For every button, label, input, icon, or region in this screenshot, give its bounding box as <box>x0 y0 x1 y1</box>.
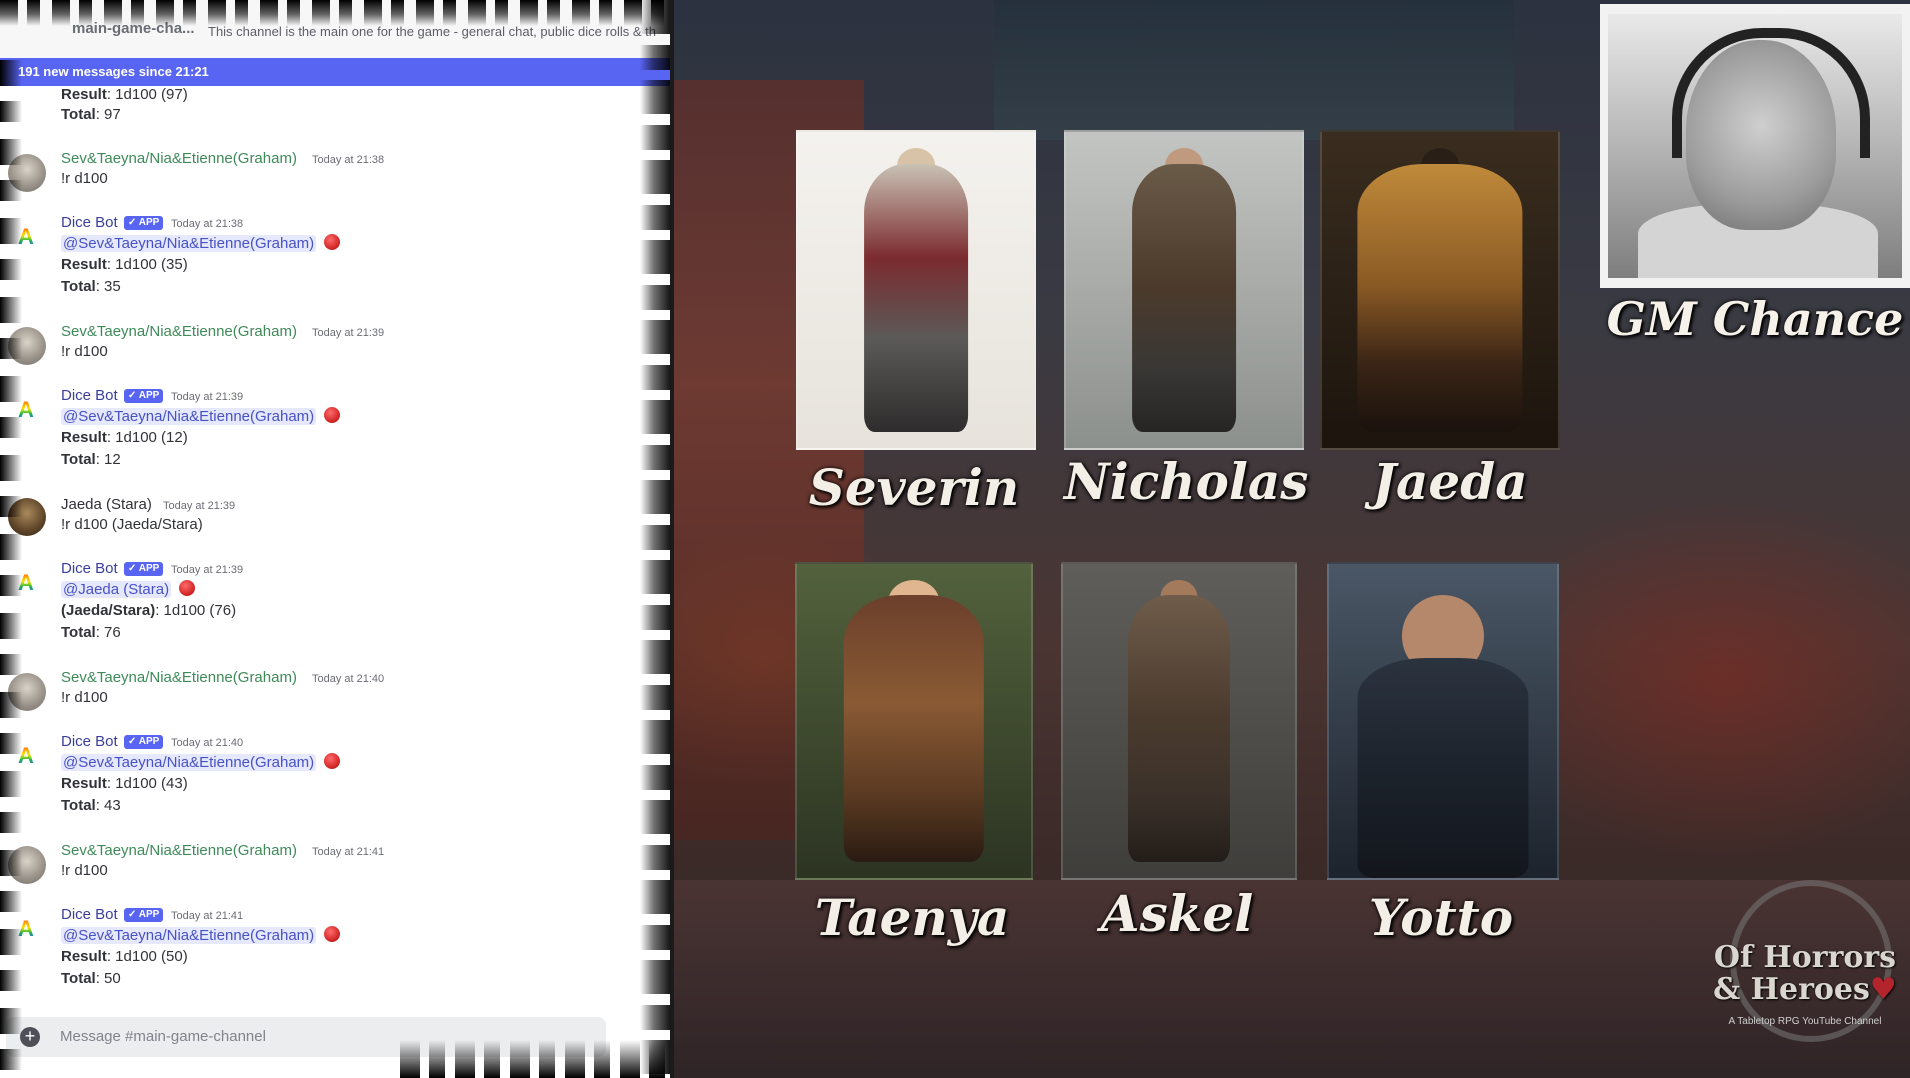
total-line: Total: 50 <box>61 970 121 987</box>
new-messages-text: 191 new messages since 21:21 <box>18 64 209 79</box>
message-timestamp: Today at 21:40 <box>171 737 244 749</box>
user-mention[interactable]: @Sev&Taeyna/Nia&Etienne(Graham) <box>61 754 317 771</box>
total-line: Total: 76 <box>61 624 121 641</box>
message-author[interactable]: Sev&Taeyna/Nia&Etienne(Graham) <box>61 669 297 686</box>
portrait-figure <box>1357 163 1523 433</box>
result-line: (Jaeda/Stara): 1d100 (76) <box>61 602 237 619</box>
message-author[interactable]: Sev&Taeyna/Nia&Etienne(Graham) <box>61 842 297 859</box>
message-timestamp: Today at 21:39 <box>171 564 244 576</box>
character-portrait-askel <box>1061 562 1297 880</box>
dice-icon <box>324 234 341 250</box>
message-author[interactable]: Dice Bot <box>61 733 118 750</box>
new-messages-banner[interactable]: 191 new messages since 21:21 <box>0 58 670 86</box>
result-line: Result: 1d100 (50) <box>61 948 188 965</box>
result-line: Result: 1d100 (97) <box>61 86 188 103</box>
message-mention-line: @Sev&Taeyna/Nia&Etienne(Graham) <box>61 926 341 944</box>
message-text: !r d100 <box>61 170 108 187</box>
user-mention[interactable]: @Sev&Taeyna/Nia&Etienne(Graham) <box>61 408 317 425</box>
portrait-figure <box>1357 658 1529 878</box>
dice-icon <box>324 407 341 423</box>
background-building <box>994 0 1514 140</box>
message-mention-line: @Jaeda (Stara) <box>61 580 196 598</box>
discord-chat-panel: main-game-cha... This channel is the mai… <box>0 0 670 1078</box>
character-portrait-severin <box>796 130 1036 450</box>
channel-logo: Of Horrors & Heroes♥ A Tabletop RPG YouT… <box>1700 880 1910 1042</box>
character-portrait-jaeda <box>1320 130 1560 450</box>
dice-icon <box>324 926 341 942</box>
message-author[interactable]: Jaeda (Stara) <box>61 496 152 513</box>
gm-name-label: GM Chance <box>1606 292 1904 346</box>
logo-tagline: A Tabletop RPG YouTube Channel <box>1728 1016 1882 1027</box>
portrait-figure <box>1132 163 1236 433</box>
result-line: Result: 1d100 (35) <box>61 256 188 273</box>
message-timestamp: Today at 21:39 <box>163 500 236 512</box>
grunge-border-right <box>640 0 670 1078</box>
message-text: !r d100 <box>61 343 108 360</box>
result-line: Result: 1d100 (12) <box>61 429 188 446</box>
message-mention-line: @Sev&Taeyna/Nia&Etienne(Graham) <box>61 407 341 425</box>
message-timestamp: Today at 21:38 <box>171 218 244 230</box>
message-mention-line: @Sev&Taeyna/Nia&Etienne(Graham) <box>61 753 341 771</box>
message-author[interactable]: Dice Bot <box>61 387 118 404</box>
message-author[interactable]: Dice Bot <box>61 214 118 231</box>
message-mention-line: @Sev&Taeyna/Nia&Etienne(Graham) <box>61 234 341 252</box>
app-badge: ✓ APP <box>124 735 164 749</box>
character-name-nicholas: Nicholas <box>1064 452 1309 511</box>
portrait-figure <box>864 163 968 433</box>
headset-icon <box>1672 28 1870 158</box>
character-name-jaeda: Jaeda <box>1372 452 1528 511</box>
total-line: Total: 43 <box>61 797 121 814</box>
character-name-yotto: Yotto <box>1368 888 1514 947</box>
webcam-frame <box>1600 4 1910 288</box>
dice-icon <box>324 753 341 769</box>
grunge-border-bottom <box>400 1040 670 1078</box>
dice-icon <box>179 580 196 596</box>
character-portrait-nicholas <box>1064 130 1304 450</box>
character-portrait-taenya <box>795 562 1033 880</box>
total-line: Total: 97 <box>61 106 121 123</box>
message-timestamp: Today at 21:39 <box>312 327 385 339</box>
character-portrait-yotto <box>1327 562 1559 880</box>
message-author[interactable]: Dice Bot <box>61 906 118 923</box>
grunge-border-top <box>0 0 670 26</box>
user-mention[interactable]: @Jaeda (Stara) <box>61 581 172 598</box>
message-input-placeholder[interactable]: Message #main-game-channel <box>60 1028 266 1045</box>
webcam-feed <box>1608 14 1902 278</box>
heart-icon: ♥ <box>1869 972 1897 1007</box>
logo-title-line1: Of Horrors <box>1713 940 1897 975</box>
total-line: Total: 35 <box>61 278 121 295</box>
user-mention[interactable]: @Sev&Taeyna/Nia&Etienne(Graham) <box>61 235 317 252</box>
message-timestamp: Today at 21:38 <box>312 154 385 166</box>
character-name-taenya: Taenya <box>814 888 1010 947</box>
message-timestamp: Today at 21:41 <box>171 910 244 922</box>
message-timestamp: Today at 21:40 <box>312 673 385 685</box>
logo-title-line2: & Heroes♥ <box>1713 972 1897 1007</box>
channel-topic: This channel is the main one for the gam… <box>208 24 657 39</box>
grunge-border-left <box>0 60 22 1078</box>
app-badge: ✓ APP <box>124 562 164 576</box>
message-text: !r d100 (Jaeda/Stara) <box>61 516 203 533</box>
message-timestamp: Today at 21:39 <box>171 391 244 403</box>
message-text: !r d100 <box>61 862 108 879</box>
portrait-figure <box>1127 595 1231 863</box>
app-badge: ✓ APP <box>124 908 164 922</box>
user-mention[interactable]: @Sev&Taeyna/Nia&Etienne(Graham) <box>61 927 317 944</box>
portrait-figure <box>843 595 985 863</box>
app-badge: ✓ APP <box>124 389 164 403</box>
result-line: Result: 1d100 (43) <box>61 775 188 792</box>
character-name-askel: Askel <box>1100 884 1254 943</box>
message-timestamp: Today at 21:41 <box>312 846 385 858</box>
total-line: Total: 12 <box>61 451 121 468</box>
message-author[interactable]: Sev&Taeyna/Nia&Etienne(Graham) <box>61 150 297 167</box>
message-author[interactable]: Sev&Taeyna/Nia&Etienne(Graham) <box>61 323 297 340</box>
character-name-severin: Severin <box>808 458 1020 517</box>
message-text: !r d100 <box>61 689 108 706</box>
add-attachment-icon[interactable]: + <box>20 1027 40 1047</box>
message-author[interactable]: Dice Bot <box>61 560 118 577</box>
app-badge: ✓ APP <box>124 216 164 230</box>
